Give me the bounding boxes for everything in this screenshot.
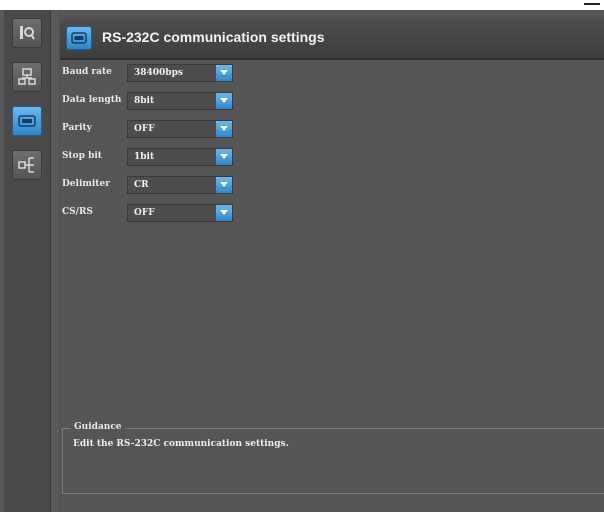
top-strip: [0, 0, 604, 10]
setting-row-stop-bit: Stop bit 1bit: [62, 148, 242, 168]
chevron-down-icon[interactable]: [216, 93, 232, 109]
baud-rate-select[interactable]: 38400bps: [127, 64, 233, 82]
setting-row-delimiter: Delimiter CR: [62, 176, 242, 196]
serial-port-icon: [66, 26, 92, 50]
guidance-box: Guidance Edit the RS-232C communication …: [62, 422, 604, 494]
page-header: RS-232C communication settings: [60, 18, 604, 60]
serial-port-icon: [18, 114, 36, 128]
sidebar-item-search[interactable]: [12, 18, 42, 48]
sidebar: [4, 10, 51, 512]
setting-row-data-length: Data length 8bit: [62, 92, 242, 112]
data-length-select[interactable]: 8bit: [127, 92, 233, 110]
main-panel: RS-232C communication settings Baud rate…: [58, 10, 604, 512]
chevron-down-icon[interactable]: [216, 177, 232, 193]
stop-bit-select[interactable]: 1bit: [127, 148, 233, 166]
app-window: RS-232C communication settings Baud rate…: [0, 0, 604, 512]
chevron-down-icon[interactable]: [216, 121, 232, 137]
parity-label: Parity: [62, 123, 92, 133]
data-length-label: Data length: [62, 95, 122, 105]
sidebar-item-network[interactable]: [12, 62, 42, 92]
stop-bit-value: 1bit: [134, 152, 155, 162]
page-title: RS-232C communication settings: [102, 29, 325, 45]
delimiter-label: Delimiter: [62, 179, 110, 189]
setting-row-cs-rs: CS/RS OFF: [62, 204, 242, 224]
data-length-value: 8bit: [134, 96, 155, 106]
baud-rate-label: Baud rate: [62, 67, 112, 77]
setting-row-parity: Parity OFF: [62, 120, 242, 140]
network-icon: [18, 68, 36, 86]
chevron-down-icon[interactable]: [216, 65, 232, 81]
cs-rs-select[interactable]: OFF: [127, 204, 233, 222]
delimiter-select[interactable]: CR: [127, 176, 233, 194]
chevron-down-icon[interactable]: [216, 149, 232, 165]
parity-value: OFF: [134, 124, 155, 134]
sidebar-item-serial[interactable]: [12, 106, 42, 136]
chevron-down-icon[interactable]: [216, 205, 232, 221]
cs-rs-value: OFF: [134, 208, 155, 218]
stop-bit-label: Stop bit: [62, 151, 102, 161]
sidebar-item-io-tree[interactable]: [12, 150, 42, 180]
guidance-title: Guidance: [71, 422, 125, 432]
delimiter-value: CR: [134, 180, 149, 190]
io-tree-icon: [18, 156, 36, 174]
cs-rs-label: CS/RS: [62, 207, 93, 217]
parity-select[interactable]: OFF: [127, 120, 233, 138]
window-control-mark[interactable]: [584, 3, 600, 5]
search-icon: [18, 24, 36, 42]
guidance-text: Edit the RS-232C communication settings.: [73, 439, 289, 449]
setting-row-baud-rate: Baud rate 38400bps: [62, 64, 242, 84]
baud-rate-value: 38400bps: [134, 68, 183, 78]
